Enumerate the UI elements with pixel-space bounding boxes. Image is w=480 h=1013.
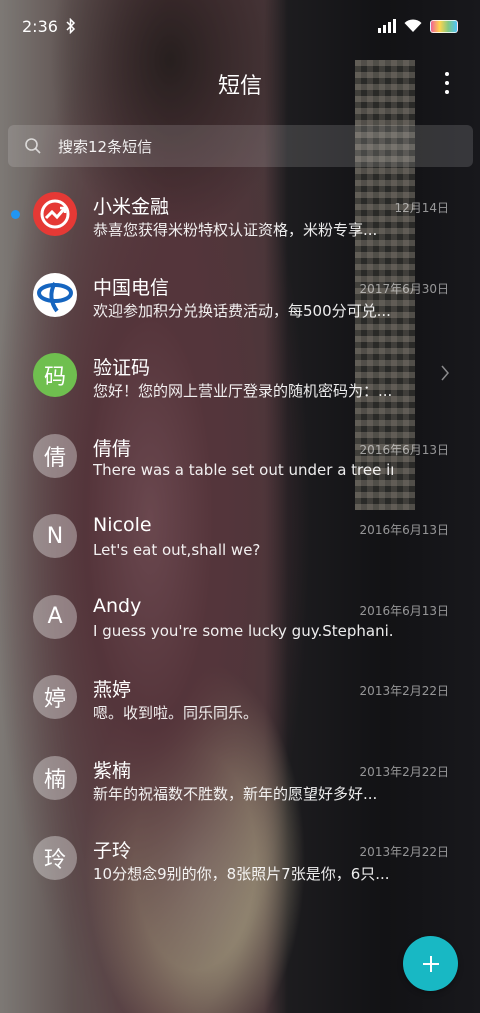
conversation-item[interactable]: 倩 倩倩 2016年6月13日 There was a table set ou… bbox=[0, 414, 480, 495]
avatar: N bbox=[33, 514, 77, 558]
contact-name: 小米金融 bbox=[93, 196, 170, 218]
more-options-icon[interactable] bbox=[444, 72, 450, 94]
message-date: 2013年2月22日 bbox=[359, 684, 449, 698]
mifinance-logo-icon bbox=[33, 192, 77, 236]
contact-name: 验证码 bbox=[93, 357, 151, 379]
chevron-right-icon bbox=[441, 365, 449, 381]
contact-name: 燕婷 bbox=[93, 679, 132, 701]
message-preview: 嗯。收到啦。同乐同乐。 bbox=[93, 704, 259, 722]
contact-name: 紫楠 bbox=[93, 759, 132, 782]
message-date: 12月14日 bbox=[394, 201, 449, 215]
contact-name: 中国电信 bbox=[93, 276, 170, 299]
message-date: 2013年2月22日 bbox=[359, 764, 449, 779]
message-preview: 恭喜您获得米粉特权认证资格，米粉专享... bbox=[93, 221, 378, 239]
message-preview: I guess you're some lucky guy.Stephani..… bbox=[93, 621, 393, 640]
message-preview: Let's eat out,shall we? bbox=[93, 541, 261, 559]
message-date: 2016年6月13日 bbox=[359, 442, 449, 457]
conversation-item[interactable]: 婷 燕婷 2013年2月22日 嗯。收到啦。同乐同乐。 bbox=[0, 655, 480, 736]
conversation-item[interactable]: 楠 紫楠 2013年2月22日 新年的祝福数不胜数，新年的愿望好多好... bbox=[0, 736, 480, 817]
avatar: 玲 bbox=[33, 836, 77, 880]
signal-icon bbox=[378, 19, 396, 33]
new-message-button[interactable] bbox=[403, 936, 458, 991]
search-bar[interactable]: 搜索12条短信 bbox=[8, 125, 473, 167]
avatar: 倩 bbox=[33, 433, 77, 478]
avatar: 码 bbox=[33, 353, 77, 397]
plus-icon bbox=[422, 955, 439, 972]
conversation-item[interactable]: 玲 子玲 2013年2月22日 10分想念9别的你，8张照片7张是你，6只... bbox=[0, 816, 480, 897]
message-preview: 新年的祝福数不胜数，新年的愿望好多好... bbox=[93, 784, 378, 803]
avatar: 婷 bbox=[33, 675, 77, 719]
avatar: A bbox=[33, 594, 77, 639]
status-time: 2:36 bbox=[22, 16, 58, 36]
message-date: 2013年2月22日 bbox=[359, 845, 449, 859]
conversation-list: 小米金融 12月14日 恭喜您获得米粉特权认证资格，米粉专享... 中国电信 2… bbox=[0, 172, 480, 897]
contact-name: 倩倩 bbox=[93, 437, 132, 460]
search-icon bbox=[25, 138, 41, 154]
contact-name: Andy bbox=[93, 594, 142, 617]
message-date: 2016年6月13日 bbox=[359, 603, 449, 618]
conversation-item[interactable]: 码 验证码 您好！您的网上营业厅登录的随机密码为：... bbox=[0, 333, 480, 414]
message-date: 2017年6月30日 bbox=[359, 281, 449, 296]
conversation-item[interactable]: A Andy 2016年6月13日 I guess you're some lu… bbox=[0, 575, 480, 656]
unread-dot bbox=[11, 210, 20, 219]
status-bar: 2:36 bbox=[0, 0, 480, 52]
contact-name: Nicole bbox=[93, 514, 152, 536]
china-telecom-logo-icon bbox=[33, 272, 77, 317]
page-title: 短信 bbox=[217, 74, 262, 99]
message-preview: 10分想念9别的你，8张照片7张是你，6只... bbox=[93, 865, 390, 883]
search-placeholder: 搜索12条短信 bbox=[58, 137, 153, 156]
avatar: 楠 bbox=[33, 755, 77, 800]
message-preview: There was a table set out under a tree i… bbox=[93, 460, 393, 479]
wifi-icon bbox=[404, 19, 422, 32]
message-preview: 您好！您的网上营业厅登录的随机密码为：... bbox=[93, 382, 393, 400]
conversation-item[interactable]: N Nicole 2016年6月13日 Let's eat out,shall … bbox=[0, 494, 480, 575]
battery-icon bbox=[430, 19, 458, 33]
contact-name: 子玲 bbox=[93, 840, 132, 862]
conversation-item[interactable]: 中国电信 2017年6月30日 欢迎参加积分兑换话费活动，每500分可兑... bbox=[0, 253, 480, 334]
message-date: 2016年6月13日 bbox=[359, 523, 449, 537]
message-preview: 欢迎参加积分兑换话费活动，每500分可兑... bbox=[93, 301, 391, 320]
conversation-item[interactable]: 小米金融 12月14日 恭喜您获得米粉特权认证资格，米粉专享... bbox=[0, 172, 480, 253]
bluetooth-icon bbox=[66, 18, 75, 34]
